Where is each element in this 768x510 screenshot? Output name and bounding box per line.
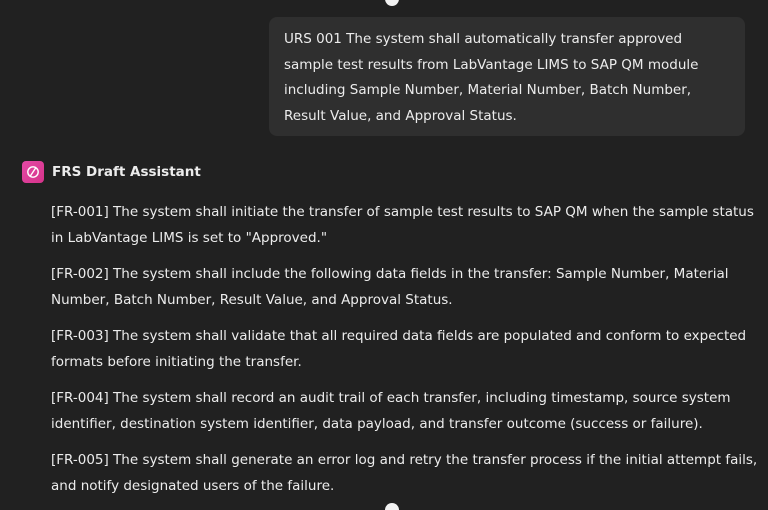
requirement-item: [FR-005] The system shall generate an er… <box>51 452 758 494</box>
requirement-item: [FR-003] The system shall validate that … <box>51 328 747 370</box>
openai-knot-icon <box>27 166 39 178</box>
scroll-indicator-bottom[interactable] <box>385 503 399 510</box>
requirement-item: [FR-001] The system shall initiate the t… <box>51 204 754 246</box>
requirement-item: [FR-004] The system shall record an audi… <box>51 390 731 432</box>
user-message-text: URS 001 The system shall automatically t… <box>284 31 699 124</box>
assistant-avatar <box>22 161 44 183</box>
assistant-header: FRS Draft Assistant <box>22 161 201 183</box>
chat-view: URS 001 The system shall automatically t… <box>0 0 768 510</box>
assistant-response: [FR-001] The system shall initiate the t… <box>51 200 763 510</box>
requirement-item: [FR-002] The system shall include the fo… <box>51 266 729 308</box>
user-message-bubble: URS 001 The system shall automatically t… <box>269 17 745 136</box>
assistant-name: FRS Draft Assistant <box>52 164 201 180</box>
scroll-indicator-top[interactable] <box>385 0 399 6</box>
